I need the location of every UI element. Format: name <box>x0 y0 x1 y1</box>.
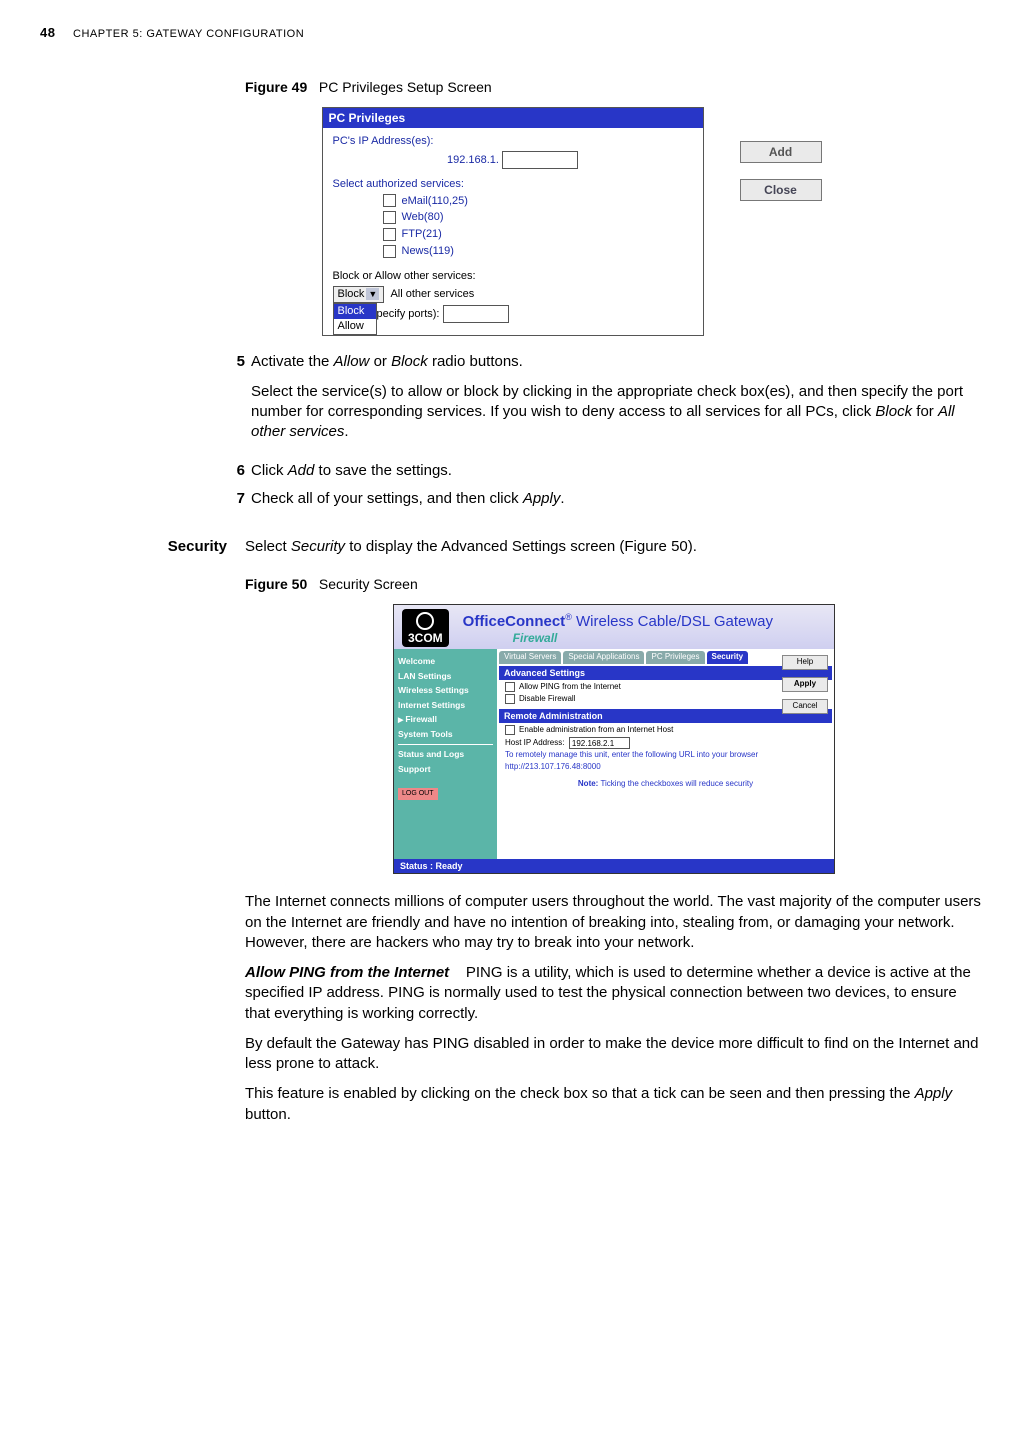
disable-firewall-label: Disable Firewall <box>519 694 575 703</box>
tab-pc-privileges[interactable]: PC Privileges <box>646 651 704 664</box>
help-button[interactable]: Help <box>782 655 828 670</box>
block-allow-value: Block <box>338 288 365 300</box>
logout-button[interactable]: LOG OUT <box>398 788 438 799</box>
nav-wireless[interactable]: Wireless Settings <box>398 685 493 696</box>
ftp-checkbox[interactable] <box>383 228 396 241</box>
figure50-caption: Figure 50 Security Screen <box>245 575 983 594</box>
ip-octet-input[interactable] <box>502 151 578 169</box>
security-note: Note: Ticking the checkboxes will reduce… <box>497 779 834 790</box>
3com-logo: 3COM <box>402 609 449 647</box>
ip-prefix: 192.168.1. <box>447 154 499 166</box>
block-allow-label: Block or Allow other services: <box>333 269 693 284</box>
running-header: 48 CHAPTER 5: GATEWAY CONFIGURATION <box>40 24 983 42</box>
chevron-down-icon: ▼ <box>366 288 379 300</box>
email-checkbox[interactable] <box>383 194 396 207</box>
block-allow-select[interactable]: Block▼ Block Allow <box>333 286 385 303</box>
pc-privileges-title: PC Privileges <box>323 108 703 128</box>
host-ip-label: Host IP Address: <box>505 738 564 747</box>
allow-ping-label: Allow PING from the Internet <box>519 682 621 691</box>
chapter-title: CHAPTER 5: GATEWAY CONFIGURATION <box>73 28 304 40</box>
all-other-services-label: All other services <box>390 288 474 300</box>
tab-virtual-servers[interactable]: Virtual Servers <box>499 651 561 664</box>
step-5: 5 Activate the Allow or Block radio butt… <box>227 352 973 453</box>
remote-url: http://213.107.176.48:8000 <box>505 762 828 773</box>
ip-address-label: PC's IP Address(es): <box>333 134 693 149</box>
add-button[interactable]: Add <box>740 141 822 163</box>
status-bar: Status : Ready <box>394 859 834 873</box>
news-service-label: News(119) <box>402 245 454 257</box>
nav-system[interactable]: System Tools <box>398 729 493 740</box>
services-label: Select authorized services: <box>333 177 693 192</box>
email-service-label: eMail(110,25) <box>402 195 468 207</box>
enable-remote-admin-checkbox[interactable] <box>505 725 515 735</box>
allow-ping-heading: Allow PING from the Internet <box>245 964 449 981</box>
specify-ports-fragment: pecify ports): <box>377 308 440 320</box>
step-6: 6 Click Add to save the settings. <box>227 461 973 481</box>
cancel-button[interactable]: Cancel <box>782 699 828 714</box>
specify-ports-input[interactable] <box>443 305 509 323</box>
side-nav: Welcome LAN Settings Wireless Settings I… <box>394 649 497 859</box>
security-screen: 3COM OfficeConnect® Wireless Cable/DSL G… <box>393 604 835 874</box>
web-checkbox[interactable] <box>383 211 396 224</box>
figure49-title: PC Privileges Setup Screen <box>319 79 492 95</box>
figure49-caption: Figure 49 PC Privileges Setup Screen <box>245 78 973 97</box>
nav-support[interactable]: Support <box>398 764 493 775</box>
allow-ping-section: Allow PING from the Internet PING is a u… <box>245 963 983 1024</box>
security-paragraph-1: The Internet connects millions of comput… <box>245 892 983 953</box>
news-checkbox[interactable] <box>383 245 396 258</box>
ping-paragraph-2: By default the Gateway has PING disabled… <box>245 1034 983 1075</box>
nav-welcome[interactable]: Welcome <box>398 656 493 667</box>
nav-internet[interactable]: Internet Settings <box>398 700 493 711</box>
ftp-service-label: FTP(21) <box>402 228 442 240</box>
step-6-number: 6 <box>227 461 245 481</box>
disable-firewall-checkbox[interactable] <box>505 694 515 704</box>
nav-status[interactable]: Status and Logs <box>398 749 493 760</box>
tab-security[interactable]: Security <box>707 651 749 664</box>
figure50-title: Security Screen <box>319 576 418 592</box>
figure49-number: Figure 49 <box>245 79 307 95</box>
nav-firewall[interactable]: Firewall <box>398 714 493 725</box>
security-intro: Select Security to display the Advanced … <box>245 537 983 557</box>
web-service-label: Web(80) <box>402 211 444 223</box>
remote-url-hint: To remotely manage this unit, enter the … <box>505 750 828 761</box>
nav-lan[interactable]: LAN Settings <box>398 671 493 682</box>
close-button[interactable]: Close <box>740 179 822 201</box>
step-5-detail: Select the service(s) to allow or block … <box>251 382 973 443</box>
tab-special-applications[interactable]: Special Applications <box>563 651 644 664</box>
step-5-number: 5 <box>227 352 245 453</box>
step-7: 7 Check all of your settings, and then c… <box>227 489 973 509</box>
block-allow-dropdown: Block Allow <box>333 303 377 335</box>
step-7-number: 7 <box>227 489 245 509</box>
pc-privileges-panel: PC Privileges PC's IP Address(es): 192.1… <box>322 107 704 336</box>
host-ip-input[interactable] <box>569 737 630 749</box>
page-number: 48 <box>40 25 55 40</box>
globe-icon <box>416 612 434 630</box>
ping-paragraph-3: This feature is enabled by clicking on t… <box>245 1084 983 1125</box>
security-heading: Security <box>40 537 245 557</box>
apply-button[interactable]: Apply <box>782 677 828 692</box>
option-block[interactable]: Block <box>334 304 376 319</box>
allow-ping-checkbox[interactable] <box>505 682 515 692</box>
firewall-breadcrumb: Firewall <box>513 630 773 646</box>
enable-remote-admin-label: Enable administration from an Internet H… <box>519 725 673 734</box>
option-allow[interactable]: Allow <box>334 319 376 334</box>
product-title: OfficeConnect® Wireless Cable/DSL Gatewa… <box>463 611 773 632</box>
figure50-number: Figure 50 <box>245 576 307 592</box>
